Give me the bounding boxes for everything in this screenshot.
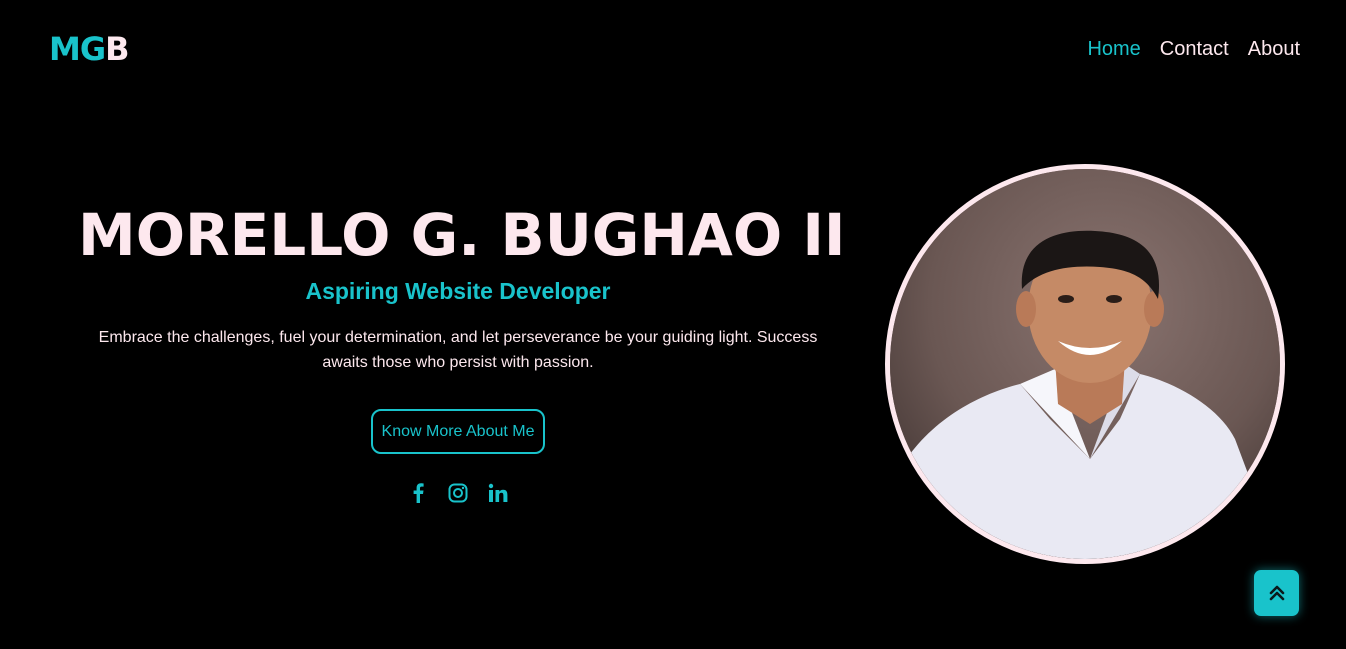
profile-photo bbox=[885, 164, 1285, 564]
back-to-top-button[interactable] bbox=[1254, 570, 1299, 616]
know-more-button[interactable]: Know More About Me bbox=[370, 409, 546, 454]
main-nav: Home Contact About bbox=[1087, 36, 1300, 62]
hero-section: MORELLO G. BUGHAO II Aspiring Website De… bbox=[78, 195, 846, 503]
hero-name: MORELLO G. BUGHAO II bbox=[78, 201, 846, 269]
instagram-icon[interactable] bbox=[448, 482, 469, 503]
hero-tagline: Embrace the challenges, fuel your determ… bbox=[98, 329, 818, 371]
logo-letter-b: B bbox=[105, 30, 129, 68]
logo-letter-m: M bbox=[49, 30, 81, 68]
nav-link-about[interactable]: About bbox=[1248, 36, 1300, 62]
nav-link-home[interactable]: Home bbox=[1087, 36, 1140, 62]
double-chevron-up-icon bbox=[1269, 585, 1284, 601]
social-links bbox=[78, 482, 838, 503]
site-logo[interactable]: MGB bbox=[49, 27, 130, 71]
nav-link-contact[interactable]: Contact bbox=[1160, 36, 1229, 62]
page: MGB Home Contact About MORELLO G. BUGHAO… bbox=[0, 0, 1346, 649]
logo-letter-g: G bbox=[79, 30, 106, 68]
hero-role: Aspiring Website Developer bbox=[305, 278, 611, 304]
linkedin-icon[interactable] bbox=[488, 482, 509, 503]
facebook-icon[interactable] bbox=[408, 482, 429, 503]
